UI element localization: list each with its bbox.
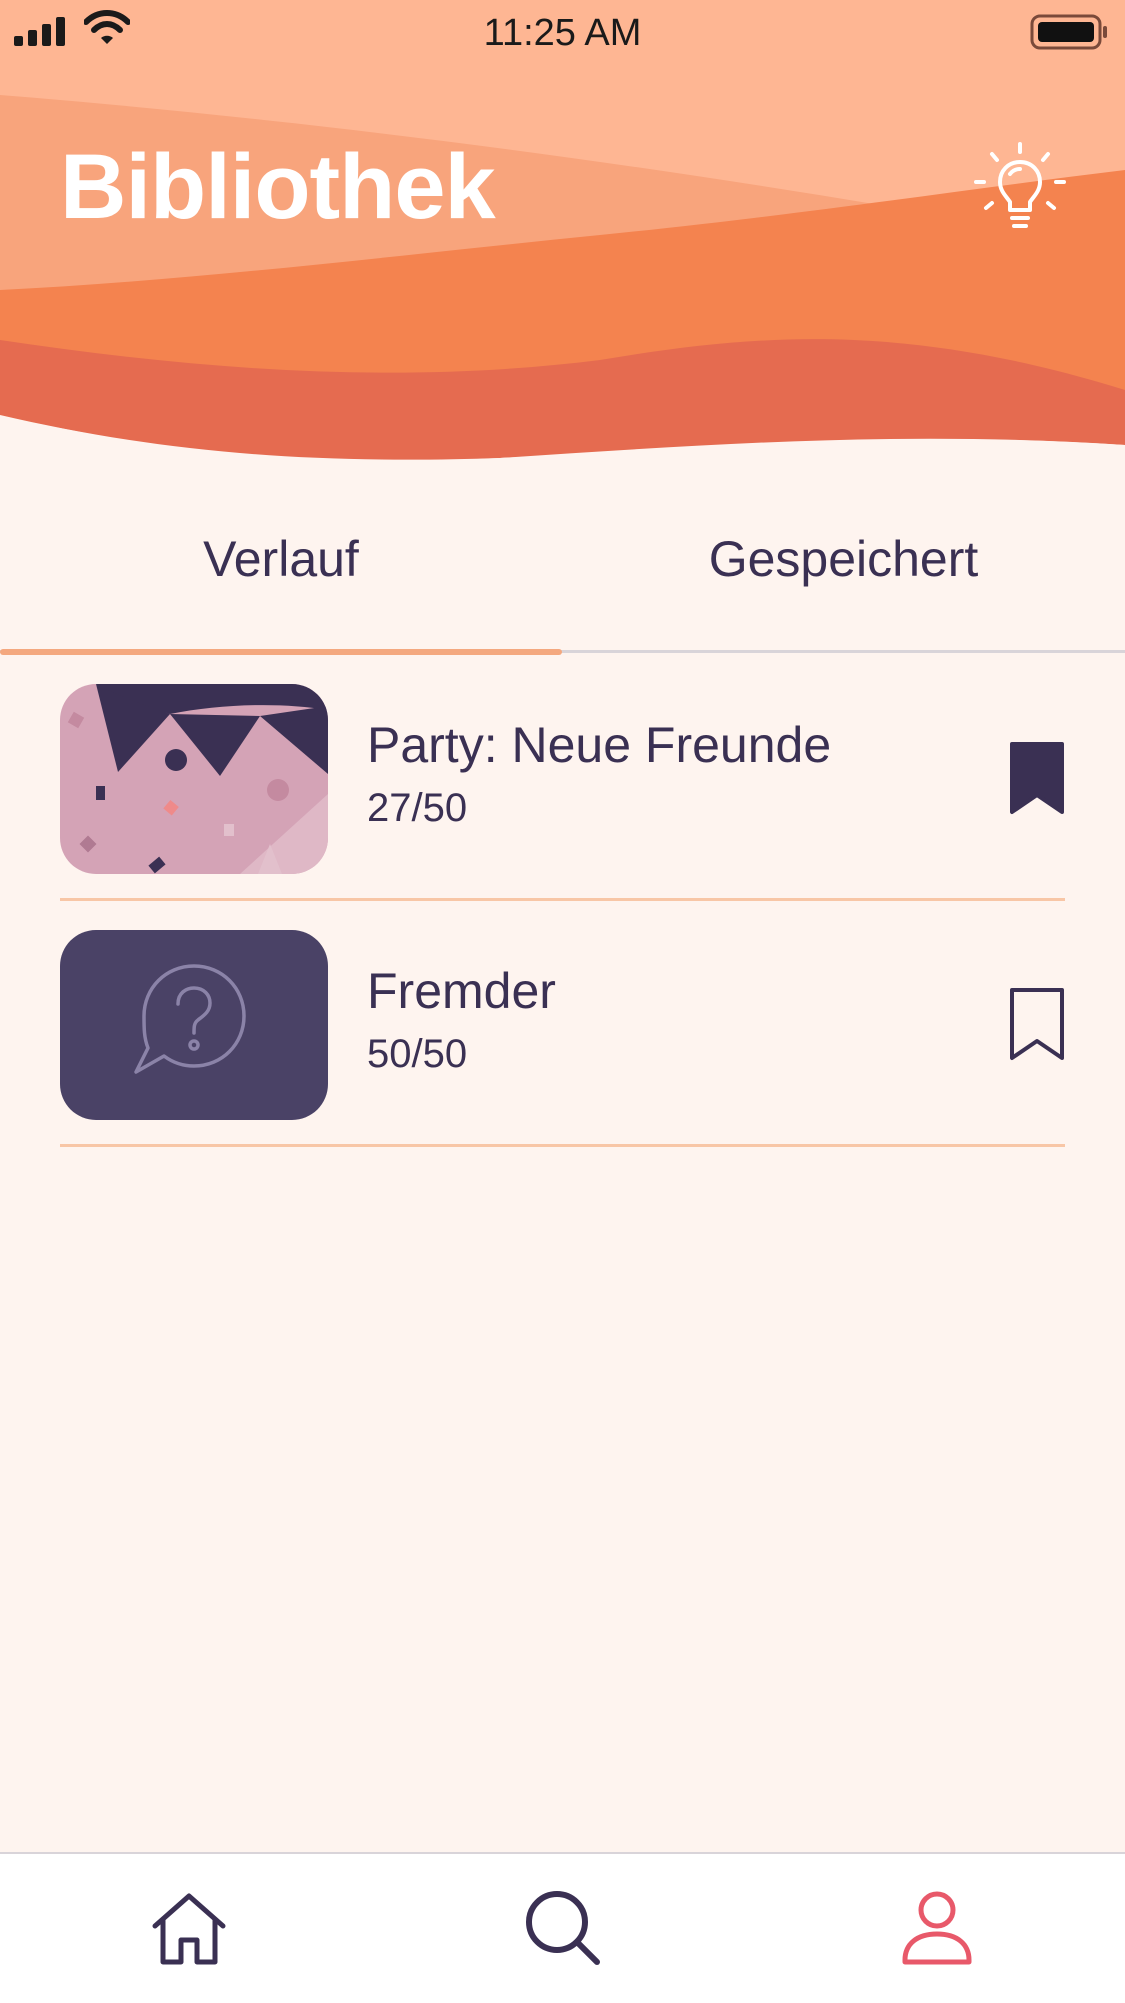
bookmark-filled-icon[interactable] — [1006, 740, 1068, 816]
tab-bar: Verlauf Gespeichert — [0, 500, 1125, 655]
home-icon[interactable] — [149, 1888, 229, 1968]
fremder-thumbnail — [60, 930, 328, 1120]
search-icon[interactable] — [523, 1888, 603, 1968]
list-item[interactable]: Fremder 50/50 — [60, 930, 1065, 1176]
item-title: Party: Neue Freunde — [367, 717, 832, 773]
header: 11:25 AM Bibliothek — [0, 0, 1125, 470]
tab-active-indicator — [0, 649, 562, 655]
list-divider — [60, 898, 1065, 901]
battery-icon — [1030, 14, 1107, 50]
profile-icon[interactable] — [897, 1888, 977, 1968]
page-title: Bibliothek — [60, 136, 496, 238]
tab-verlauf[interactable]: Verlauf — [0, 530, 562, 590]
party-thumbnail — [60, 684, 328, 874]
bottom-nav — [0, 1852, 1125, 2003]
bookmark-outline-icon[interactable] — [1006, 986, 1068, 1062]
party-confetti-image — [60, 684, 328, 874]
item-title: Fremder — [367, 963, 556, 1019]
item-progress: 27/50 — [367, 786, 468, 830]
lightbulb-icon[interactable] — [972, 140, 1068, 236]
list-item[interactable]: Party: Neue Freunde 27/50 — [60, 684, 1065, 930]
item-progress: 50/50 — [367, 1032, 468, 1076]
list-divider — [60, 1144, 1065, 1147]
tab-gespeichert[interactable]: Gespeichert — [562, 530, 1125, 590]
status-time: 11:25 AM — [483, 12, 642, 54]
question-bubble-icon — [60, 930, 328, 1120]
status-bar: 11:25 AM — [0, 0, 1125, 70]
